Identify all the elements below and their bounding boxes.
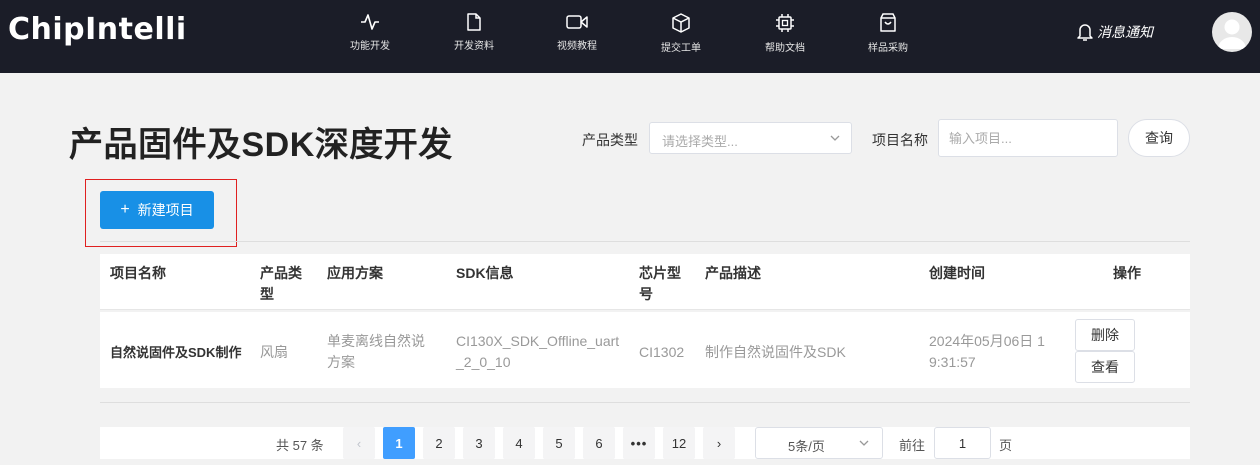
divider — [100, 241, 1190, 242]
column-header-actions: 操作 — [1113, 265, 1141, 281]
nav-item-label: 开发资料 — [454, 41, 494, 52]
page-unit-label: 页 — [999, 438, 1013, 453]
project-name-input[interactable] — [938, 119, 1118, 157]
nav-item-submit-ticket[interactable]: 提交工单 — [641, 13, 721, 54]
nav-item-label: 样品采购 — [868, 43, 908, 54]
video-icon — [566, 15, 588, 29]
column-header-project-name: 项目名称 — [110, 265, 166, 281]
page-button-1[interactable]: 1 — [383, 427, 415, 459]
column-header-solution: 应用方案 — [327, 265, 383, 281]
nav-item-label: 功能开发 — [350, 41, 390, 52]
top-nav-bar: ChipIntelli 功能开发 开发资料 视频教程 提交工单 帮助文档 样品采… — [0, 0, 1260, 73]
product-type-placeholder: 请选择类型... — [662, 134, 738, 149]
new-project-label: 新建项目 — [137, 202, 194, 218]
project-table: 项目名称 产品类型 应用方案 SDK信息 芯片型号 产品描述 创建时间 操作 自… — [100, 254, 1190, 388]
activity-icon — [361, 14, 379, 30]
column-header-product-type: 产品类型 — [260, 265, 302, 302]
nav-item-sample-purchase[interactable]: 样品采购 — [848, 13, 928, 54]
chip-icon — [776, 14, 794, 32]
nav-item-video-tutorials[interactable]: 视频教程 — [537, 13, 617, 52]
avatar[interactable] — [1212, 12, 1252, 52]
column-header-sdk-info: SDK信息 — [456, 265, 514, 281]
table-row: 自然说固件及SDK制作 风扇 单麦离线自然说方案 CI130X_SDK_Offl… — [100, 312, 1190, 388]
goto-label: 前往 — [899, 438, 926, 453]
chevron-down-icon — [859, 440, 869, 446]
shopping-bag-icon — [880, 13, 896, 32]
page-size-value: 5条/页 — [788, 439, 825, 454]
cell-solution: 单麦离线自然说方案 — [327, 333, 425, 370]
nav-item-label: 帮助文档 — [765, 43, 805, 54]
nav-item-label: 视频教程 — [557, 41, 597, 52]
page-title: 产品固件及SDK深度开发 — [69, 126, 453, 164]
project-name-label: 项目名称 — [872, 132, 928, 148]
user-avatar-icon — [1218, 19, 1246, 49]
chevron-down-icon — [830, 135, 840, 141]
next-page-button[interactable]: › — [703, 427, 735, 459]
page-button-4[interactable]: 4 — [503, 427, 535, 459]
product-type-select[interactable]: 请选择类型... — [649, 122, 852, 154]
notifications-label: 消息通知 — [1097, 24, 1153, 40]
cell-description: 制作自然说固件及SDK — [705, 344, 846, 360]
brand-logo[interactable]: ChipIntelli — [8, 12, 187, 47]
divider — [100, 402, 1190, 403]
column-header-chip-model: 芯片型号 — [639, 265, 681, 302]
column-header-description: 产品描述 — [705, 265, 761, 281]
page-button-5[interactable]: 5 — [543, 427, 575, 459]
page-button-2[interactable]: 2 — [423, 427, 455, 459]
table-header: 项目名称 产品类型 应用方案 SDK信息 芯片型号 产品描述 创建时间 操作 — [100, 254, 1190, 310]
page-button-3[interactable]: 3 — [463, 427, 495, 459]
search-button[interactable]: 查询 — [1128, 119, 1190, 157]
cell-project-name: 自然说固件及SDK制作 — [110, 345, 242, 360]
cell-sdk-info: CI130X_SDK_Offline_uart_2_0_10 — [456, 333, 620, 370]
view-button[interactable]: 查看 — [1075, 351, 1135, 383]
box-icon — [672, 13, 690, 33]
page-button-12[interactable]: 12 — [663, 427, 695, 459]
file-icon — [467, 13, 481, 31]
plus-icon: + — [120, 201, 130, 218]
prev-page-button[interactable]: ‹ — [343, 427, 375, 459]
page-size-select[interactable]: 5条/页 — [755, 427, 883, 459]
product-type-label: 产品类型 — [582, 132, 638, 148]
new-project-button[interactable]: + 新建项目 — [100, 191, 214, 229]
total-count: 共 57 条 — [276, 438, 324, 453]
cell-created-time: 2024年05月06日 19:31:57 — [929, 333, 1045, 370]
delete-button[interactable]: 删除 — [1075, 319, 1135, 351]
cell-chip-model: CI1302 — [639, 344, 685, 360]
nav-item-dev-docs[interactable]: 开发资料 — [434, 13, 514, 52]
more-pages-button[interactable]: ••• — [623, 427, 655, 459]
nav-item-help-docs[interactable]: 帮助文档 — [745, 13, 825, 54]
goto-page-input[interactable] — [934, 427, 991, 459]
notifications-button[interactable]: 消息通知 — [1076, 22, 1153, 42]
bell-icon — [1077, 24, 1093, 41]
pagination: 共 57 条 ‹ 1 2 3 4 5 6 ••• 12 › 5条/页 前往 页 — [100, 427, 1190, 459]
nav-item-feature-dev[interactable]: 功能开发 — [330, 13, 410, 52]
page-button-6[interactable]: 6 — [583, 427, 615, 459]
cell-product-type: 风扇 — [260, 344, 288, 360]
nav-item-label: 提交工单 — [661, 43, 701, 54]
column-header-created-time: 创建时间 — [929, 265, 985, 281]
